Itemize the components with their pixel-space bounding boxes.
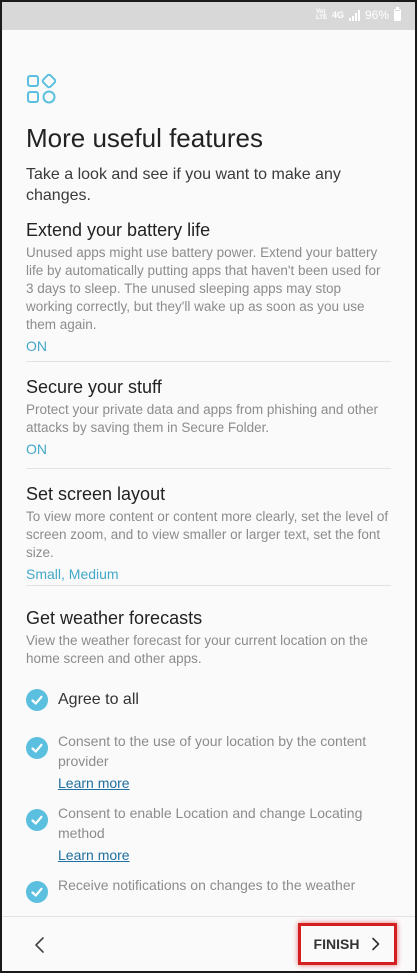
volte-icon: Vo) LTE: [316, 9, 327, 21]
checkmark-icon: [26, 809, 48, 831]
section-description: To view more content or content more cle…: [26, 509, 389, 560]
finish-label: FINISH: [313, 936, 360, 952]
battery-percent: 96%: [364, 8, 389, 22]
section-value: Small, Medium: [26, 566, 119, 582]
page-title: More useful features: [26, 123, 264, 153]
status-bar: Vo) LTE 4G 96%: [2, 2, 415, 30]
divider: [26, 585, 391, 586]
section-battery[interactable]: Extend your battery life Unused apps mig…: [26, 218, 391, 354]
page-intro: Take a look and see if you want to make …: [26, 166, 341, 204]
section-secure[interactable]: Secure your stuff Protect your private d…: [26, 375, 391, 457]
consent-locating-method-checkbox[interactable]: Consent to enable Location and change Lo…: [26, 803, 386, 865]
section-description: Protect your private data and apps from …: [26, 402, 378, 435]
divider: [26, 468, 391, 469]
status-icons: Vo) LTE 4G 96%: [316, 7, 401, 22]
checkmark-icon: [26, 881, 48, 903]
section-title: Get weather forecasts: [26, 608, 203, 628]
checkmark-icon: [26, 689, 48, 711]
section-title: Extend your battery life: [26, 220, 211, 240]
network-type: 4G: [331, 10, 344, 20]
section-value: ON: [26, 338, 47, 354]
section-description: Unused apps might use battery power. Ext…: [26, 245, 381, 332]
section-description: View the weather forecast for your curre…: [26, 633, 368, 666]
signal-icon: [348, 9, 360, 21]
section-title: Secure your stuff: [26, 377, 162, 397]
section-weather: Get weather forecasts View the weather f…: [26, 606, 391, 668]
scroll-content[interactable]: More useful features Take a look and see…: [2, 30, 415, 916]
agree-all-checkbox[interactable]: Agree to all: [26, 687, 386, 713]
features-grid-icon: [27, 74, 56, 104]
back-arrow-icon[interactable]: [30, 935, 50, 955]
screen: Vo) LTE 4G 96% More useful features Take …: [2, 2, 415, 971]
bottom-nav-bar: FINISH: [2, 916, 415, 971]
consent-label: Receive notifications on changes to the …: [58, 877, 356, 893]
divider: [26, 361, 391, 362]
checkmark-icon: [26, 737, 48, 759]
section-value: ON: [26, 441, 47, 457]
consent-label: Consent to the use of your location by t…: [58, 733, 367, 769]
weather-notifications-checkbox[interactable]: Receive notifications on changes to the …: [26, 875, 386, 903]
section-title: Set screen layout: [26, 484, 166, 504]
agree-all-label: Agree to all: [58, 691, 139, 708]
section-screen-layout[interactable]: Set screen layout To view more content o…: [26, 482, 391, 582]
battery-icon: [394, 7, 401, 21]
finish-button[interactable]: FINISH: [298, 923, 397, 965]
consent-location-checkbox[interactable]: Consent to the use of your location by t…: [26, 731, 386, 793]
chevron-right-icon: [372, 937, 380, 951]
learn-more-link[interactable]: Learn more: [58, 773, 130, 793]
consent-label: Consent to enable Location and change Lo…: [58, 805, 363, 841]
learn-more-link[interactable]: Learn more: [58, 845, 130, 865]
